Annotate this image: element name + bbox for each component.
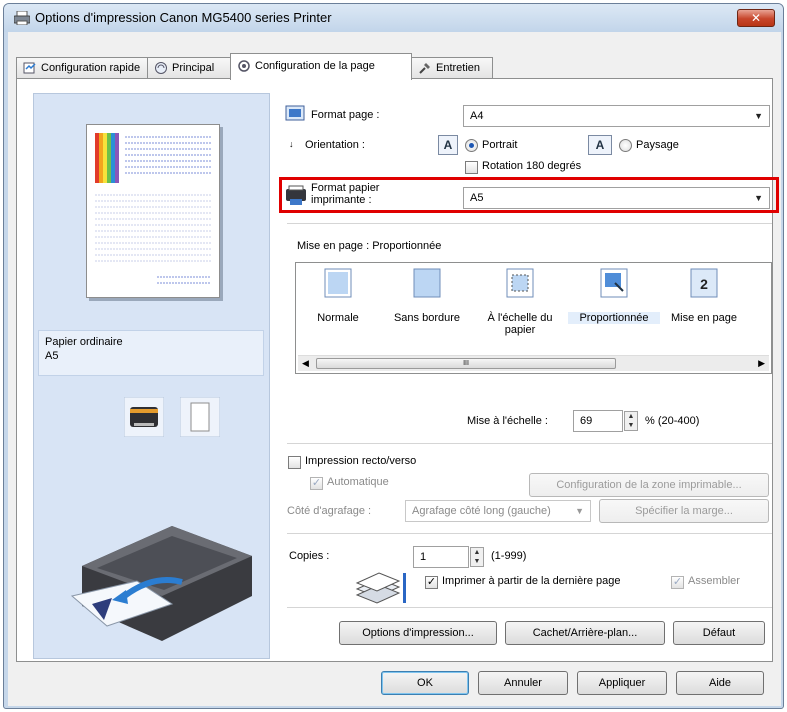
stamp-background-button[interactable]: Cachet/Arrière-plan... (505, 621, 665, 645)
layout-page-layout-icon: 2 (690, 268, 718, 298)
collate-label[interactable]: Assembler (688, 575, 740, 587)
page-layout-label: Mise en page : Proportionnée (297, 240, 442, 252)
layout-scaled[interactable]: Proportionnée (568, 267, 660, 324)
paper-type-label: Papier ordinaire (45, 336, 123, 348)
separator (287, 223, 772, 225)
copies-label: Copies : (289, 550, 330, 562)
chevron-down-icon: ▼ (575, 506, 584, 516)
printer-illustration (70, 526, 252, 641)
rotate-180-checkbox[interactable] (465, 161, 478, 174)
defaults-button[interactable]: Défaut (673, 621, 765, 645)
portrait-label[interactable]: Portrait (482, 139, 517, 151)
scaling-spinner[interactable]: ▲ ▼ (624, 411, 638, 431)
duplex-checkbox[interactable] (288, 456, 301, 469)
print-options-button[interactable]: Options d'impression... (339, 621, 497, 645)
portrait-icon: A (438, 135, 458, 155)
printer-options-window: Options d'impression Canon MG5400 series… (3, 3, 784, 709)
portrait-radio[interactable] (465, 139, 478, 152)
chevron-down-icon: ▼ (754, 111, 763, 121)
help-button[interactable]: Aide (676, 671, 764, 695)
layout-borderless-icon (413, 268, 441, 298)
close-button[interactable]: ✕ (737, 9, 775, 27)
copies-range: (1-999) (491, 550, 527, 562)
page-preview (86, 124, 220, 298)
window-title: Options d'impression Canon MG5400 series… (35, 10, 332, 25)
page-preview-image (95, 133, 211, 284)
preview-area: Papier ordinaire A5 (33, 93, 270, 659)
page-size-label: Format page : (311, 109, 380, 121)
scroll-left-icon[interactable]: ◀ (302, 358, 309, 369)
tab-quick-setup[interactable]: Configuration rapide (16, 57, 148, 79)
printer-icon (14, 11, 30, 25)
quick-setup-icon (23, 62, 36, 74)
automatic-label[interactable]: Automatique (327, 476, 389, 488)
rotate-180-label[interactable]: Rotation 180 degrés (482, 160, 581, 172)
landscape-radio[interactable] (619, 139, 632, 152)
page-layout-list: Normale Sans bordure À l'échelle du papie… (295, 262, 772, 374)
ok-button[interactable]: OK (381, 671, 469, 695)
layout-scaled-icon (600, 268, 628, 298)
svg-text:2: 2 (700, 276, 708, 292)
copies-input[interactable]: 1 (413, 546, 469, 568)
layout-fit-to-paper[interactable]: À l'échelle du papier (474, 267, 566, 336)
paper-size-label: A5 (45, 350, 59, 362)
scroll-thumb[interactable]: III (316, 358, 616, 369)
margin-button[interactable]: Spécifier la marge... (599, 499, 769, 523)
layout-scrollbar[interactable]: ◀ III ▶ (298, 355, 769, 371)
scaling-label: Mise à l'échelle : (467, 415, 548, 427)
separator (287, 607, 772, 609)
automatic-checkbox[interactable]: ✓ (310, 477, 323, 490)
page-setup-icon (238, 60, 250, 72)
copies-stack-icon (355, 572, 406, 604)
paper-info: Papier ordinaire A5 (38, 330, 264, 376)
apply-button[interactable]: Appliquer (577, 671, 667, 695)
cancel-button[interactable]: Annuler (478, 671, 568, 695)
tab-maintenance[interactable]: Entretien (411, 57, 493, 79)
highlight-frame (279, 177, 779, 213)
print-area-button[interactable]: Configuration de la zone imprimable... (529, 473, 769, 497)
scroll-right-icon[interactable]: ▶ (758, 358, 765, 369)
tab-page-setup[interactable]: Configuration de la page (230, 53, 412, 80)
tab-main[interactable]: Principal (147, 57, 231, 79)
duplex-label[interactable]: Impression recto/verso (305, 455, 416, 467)
scaling-input[interactable]: 69 (573, 410, 623, 432)
layout-normal-icon (324, 268, 352, 298)
copies-spinner[interactable]: ▲ ▼ (470, 547, 484, 567)
landscape-label[interactable]: Paysage (636, 139, 679, 151)
page-setup-panel: Papier ordinaire A5 Format page: A4 ▼ ↓… (16, 78, 779, 662)
layout-page-layout[interactable]: 2 Mise en page (662, 267, 746, 324)
landscape-icon: A (588, 135, 612, 155)
stapling-select[interactable]: Agrafage côté long (gauche) ▼ (405, 500, 591, 522)
collate-checkbox[interactable]: ✓ (671, 576, 684, 589)
orientation-arrow-icon: ↓ (289, 139, 294, 149)
reverse-order-checkbox[interactable]: ✓ (425, 576, 438, 589)
layout-fit-to-paper-icon (506, 268, 534, 298)
title-bar[interactable]: Options d'impression Canon MG5400 series… (4, 4, 783, 32)
separator (287, 533, 772, 535)
layout-borderless[interactable]: Sans bordure (382, 267, 472, 324)
page-size-icon (285, 105, 305, 121)
stapling-label: Côté d'agrafage : (287, 505, 372, 517)
page-size-select[interactable]: A4 ▼ (463, 105, 770, 127)
reverse-order-label[interactable]: Imprimer à partir de la dernière page (442, 575, 621, 587)
dialog-body: Configuration rapide Principal Configura… (8, 32, 781, 706)
layout-normal[interactable]: Normale (296, 267, 380, 324)
paper-image-icon (180, 397, 220, 437)
main-icon (155, 62, 167, 75)
printer-image-icon (124, 397, 164, 437)
scaling-range: % (20-400) (645, 415, 700, 427)
orientation-label: Orientation : (305, 139, 365, 151)
separator (287, 443, 772, 445)
maintenance-icon (419, 63, 430, 74)
